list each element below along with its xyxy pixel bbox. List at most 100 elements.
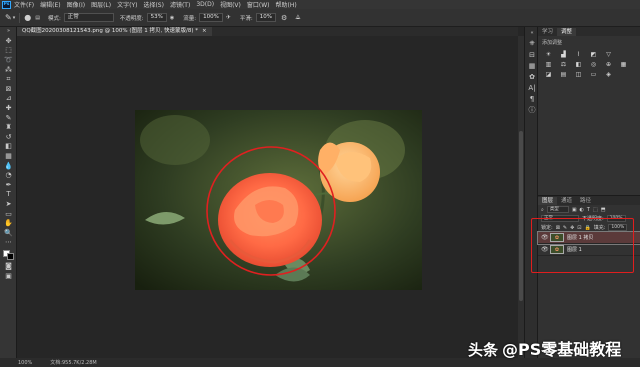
- brush-tool-icon[interactable]: ✎: [0, 113, 17, 123]
- brush-settings-icon[interactable]: ▤: [35, 15, 40, 21]
- character-icon[interactable]: A|: [525, 82, 539, 93]
- gradient-map-icon[interactable]: ▭: [589, 71, 598, 78]
- flow-label: 流量:: [183, 15, 197, 22]
- invert-icon[interactable]: ◪: [544, 71, 553, 78]
- layer-kind-select[interactable]: 类型: [546, 206, 569, 213]
- photo-filter-icon[interactable]: ◎: [589, 61, 598, 68]
- eyedropper-tool-icon[interactable]: ⊿: [0, 94, 17, 104]
- document-size: 文档:955.7K/2.28M: [50, 360, 97, 366]
- tab-adjustments[interactable]: 调整: [557, 28, 577, 36]
- swatches-icon[interactable]: ▦: [525, 60, 539, 71]
- collapse-icon[interactable]: »: [0, 27, 17, 37]
- watermark-text: @PS零基础教程: [502, 340, 622, 359]
- rose-photo-graphic: [135, 110, 422, 290]
- path-select-tool-icon[interactable]: ➤: [0, 200, 17, 210]
- close-icon[interactable]: ×: [202, 27, 207, 36]
- filter-shape-icon[interactable]: ⬚: [593, 207, 598, 213]
- channel-mixer-icon[interactable]: ⊕: [604, 61, 613, 68]
- tab-channels[interactable]: 通道: [557, 197, 576, 205]
- menu-type[interactable]: 文字(Y): [117, 0, 137, 9]
- screen-mode-icon[interactable]: ▣: [0, 271, 17, 281]
- document-tab[interactable]: QQ截图20200308121543.png @ 100% (图层 1 拷贝, …: [17, 27, 212, 36]
- levels-icon[interactable]: ▟: [559, 51, 568, 58]
- pressure-opacity-icon[interactable]: ◉: [170, 15, 174, 21]
- tab-layers[interactable]: 图层: [538, 197, 558, 205]
- color-swatches-icon[interactable]: [0, 248, 17, 262]
- threshold-icon[interactable]: ◫: [574, 71, 583, 78]
- divider: [19, 12, 21, 23]
- gradient-tool-icon[interactable]: ▦: [0, 152, 17, 162]
- properties-icon[interactable]: ⊟: [525, 49, 539, 60]
- filter-pixel-icon[interactable]: ▣: [572, 207, 577, 213]
- frame-tool-icon[interactable]: ⊠: [0, 85, 17, 95]
- hue-saturation-icon[interactable]: ▥: [544, 61, 553, 68]
- paragraph-icon[interactable]: ¶: [525, 93, 539, 104]
- brush-tool-icon[interactable]: ✎: [5, 13, 12, 22]
- curves-icon[interactable]: ⌇: [574, 51, 583, 58]
- eraser-tool-icon[interactable]: ◧: [0, 142, 17, 152]
- blur-tool-icon[interactable]: 💧: [0, 161, 17, 171]
- symmetry-icon[interactable]: ⟁: [295, 14, 300, 22]
- scrollbar-thumb[interactable]: [519, 131, 523, 301]
- menu-filter[interactable]: 滤镜(T): [170, 0, 190, 9]
- zoom-level[interactable]: 100%: [18, 360, 32, 366]
- collapse-icon[interactable]: «: [525, 27, 539, 38]
- history-icon[interactable]: ⎈: [525, 38, 539, 49]
- filter-smart-icon[interactable]: ⬒: [601, 207, 606, 213]
- quick-select-tool-icon[interactable]: ⁂: [0, 65, 17, 75]
- menu-window[interactable]: 窗口(W): [247, 0, 270, 9]
- posterize-icon[interactable]: ▤: [559, 71, 568, 78]
- mode-select[interactable]: 正常: [63, 13, 114, 22]
- rose-photo[interactable]: [135, 110, 422, 290]
- menu-image[interactable]: 图像(I): [67, 0, 85, 9]
- hand-tool-icon[interactable]: ✋: [0, 219, 17, 229]
- photoshop-logo: Ps: [2, 0, 11, 9]
- adjustments-tabs: 学习 调整: [538, 27, 640, 36]
- marquee-tool-icon[interactable]: ⬚: [0, 46, 17, 56]
- black-white-icon[interactable]: ◧: [574, 61, 583, 68]
- crop-tool-icon[interactable]: ⌗: [0, 75, 17, 85]
- airbrush-icon[interactable]: ✈: [226, 14, 231, 21]
- brush-preset-icon[interactable]: ●: [24, 13, 31, 22]
- tab-paths[interactable]: 路径: [576, 197, 595, 205]
- color-lookup-icon[interactable]: ▦: [619, 61, 628, 68]
- quick-mask-icon[interactable]: ◙: [0, 262, 17, 272]
- shape-tool-icon[interactable]: ▭: [0, 209, 17, 219]
- flow-field[interactable]: 100%: [199, 13, 223, 22]
- move-tool-icon[interactable]: ✥: [0, 37, 17, 47]
- exposure-icon[interactable]: ◩: [589, 51, 598, 58]
- menu-layer[interactable]: 图层(L): [91, 0, 111, 9]
- more-tools-icon[interactable]: ⋯: [0, 238, 17, 248]
- watermark: 头条 @PS零基础教程: [468, 336, 621, 360]
- menu-3d[interactable]: 3D(D): [196, 1, 214, 8]
- menu-file[interactable]: 文件(F): [14, 0, 34, 9]
- filter-search-icon[interactable]: ⌕: [541, 207, 544, 213]
- smoothing-field[interactable]: 10%: [255, 13, 276, 22]
- menu-select[interactable]: 选择(S): [143, 0, 164, 9]
- color-balance-icon[interactable]: ⚖: [559, 61, 568, 68]
- tab-learn[interactable]: 学习: [538, 28, 557, 36]
- brush-settings-icon[interactable]: ✿: [525, 71, 539, 82]
- brightness-contrast-icon[interactable]: ☀: [544, 51, 553, 58]
- history-brush-tool-icon[interactable]: ↺: [0, 133, 17, 143]
- zoom-tool-icon[interactable]: 🔍: [0, 228, 17, 238]
- filter-type-icon[interactable]: T: [587, 207, 590, 213]
- menu-view[interactable]: 视图(V): [220, 0, 241, 9]
- opacity-field[interactable]: 53%: [146, 13, 167, 22]
- canvas-area[interactable]: [17, 36, 518, 358]
- healing-brush-tool-icon[interactable]: ✚: [0, 104, 17, 114]
- smoothing-label: 平滑:: [239, 15, 253, 22]
- menu-edit[interactable]: 编辑(E): [40, 0, 60, 9]
- info-icon[interactable]: ⓘ: [525, 104, 539, 115]
- type-tool-icon[interactable]: T: [0, 190, 17, 200]
- chevron-down-icon[interactable]: ▾: [13, 15, 16, 21]
- vibrance-icon[interactable]: ▽: [604, 51, 613, 58]
- gear-icon[interactable]: ⚙: [281, 14, 287, 22]
- selective-color-icon[interactable]: ◈: [604, 71, 613, 78]
- pen-tool-icon[interactable]: ✒: [0, 181, 17, 191]
- menu-help[interactable]: 帮助(H): [276, 0, 297, 9]
- lasso-tool-icon[interactable]: ➰: [0, 56, 17, 66]
- dodge-tool-icon[interactable]: ◔: [0, 171, 17, 181]
- filter-adjust-icon[interactable]: ◐: [580, 207, 584, 213]
- clone-stamp-tool-icon[interactable]: ♜: [0, 123, 17, 133]
